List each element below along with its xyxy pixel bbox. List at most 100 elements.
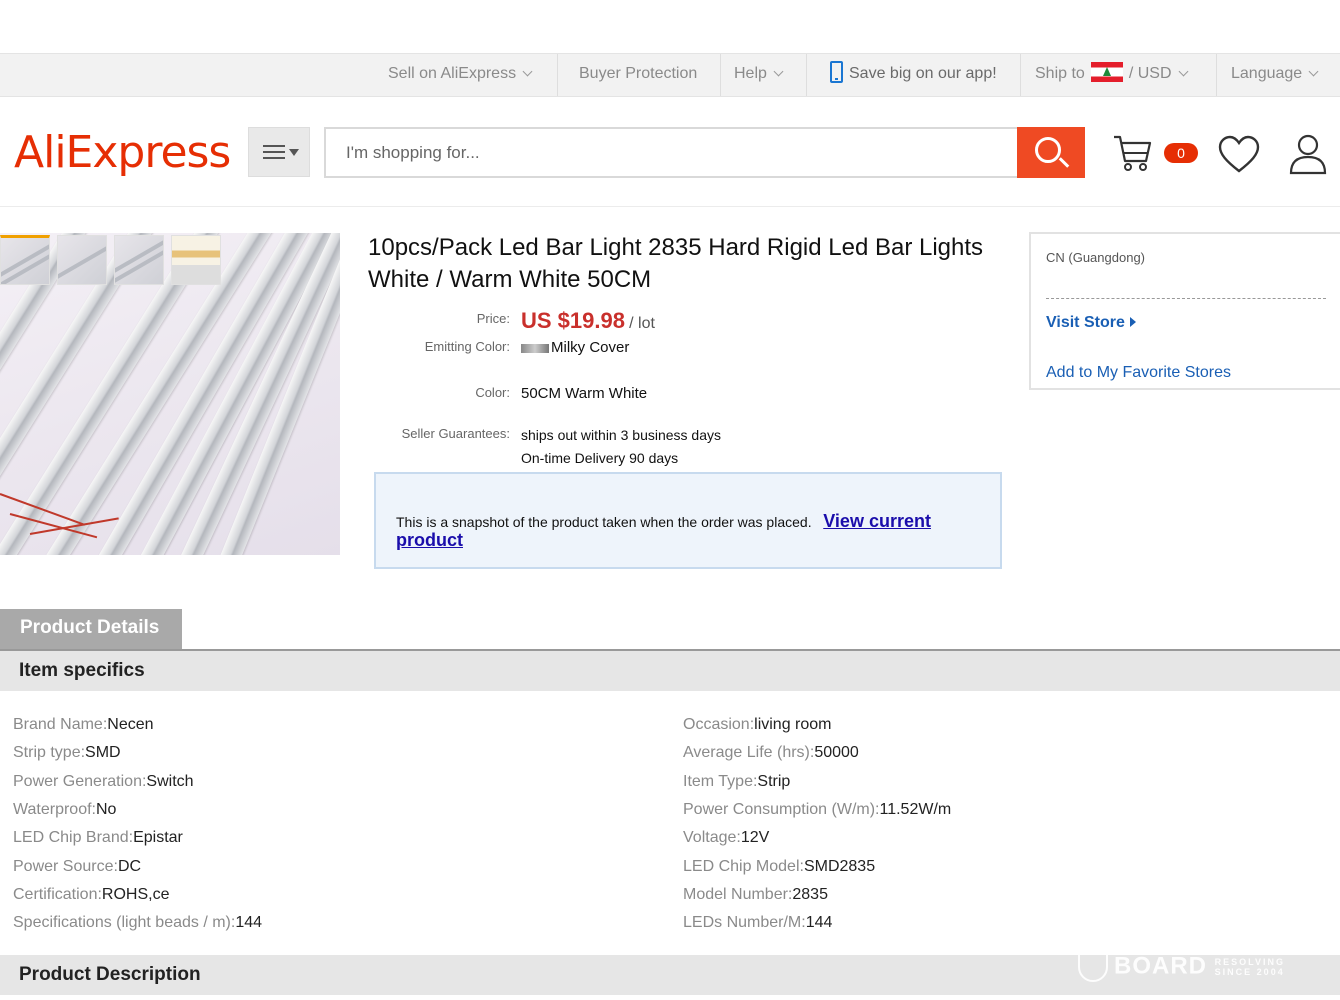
- divider: [557, 54, 558, 96]
- spec-key: LED Chip Brand:: [13, 829, 134, 847]
- buyer-protection-link[interactable]: Buyer Protection: [579, 54, 697, 96]
- visit-store-label: Visit Store: [1046, 314, 1125, 331]
- search-input[interactable]: [324, 127, 1018, 178]
- language-menu[interactable]: Language: [1231, 54, 1319, 96]
- chevron-down-icon: [773, 66, 784, 77]
- snapshot-notice: This is a snapshot of the product taken …: [374, 472, 1002, 569]
- spec-value: SMD: [85, 744, 121, 762]
- spec-row: Power Generation:Switch: [13, 773, 194, 791]
- phone-icon: [830, 60, 843, 83]
- spec-key: Occasion:: [683, 716, 755, 733]
- spec-value: DC: [117, 857, 142, 875]
- spec-row: LED Chip Brand:Epistar: [13, 829, 183, 847]
- spec-value: SMD2835: [803, 857, 876, 875]
- item-specifics-heading: Item specifics: [0, 651, 1340, 691]
- spec-value: Necen: [107, 716, 154, 733]
- spec-key: LEDs Number/M:: [683, 914, 806, 932]
- language-label: Language: [1231, 65, 1303, 82]
- spec-value: Epistar: [133, 829, 183, 847]
- thumbnail-2[interactable]: [57, 235, 107, 285]
- spec-key: Model Number:: [683, 885, 793, 903]
- sell-label: Sell on AliExpress: [388, 65, 517, 82]
- watermark-tag-1: RESOLVING: [1214, 957, 1286, 967]
- spec-value: ROHS,ce: [101, 885, 170, 903]
- spec-value: 12V: [740, 829, 770, 847]
- search-icon-handle: [1058, 157, 1070, 168]
- currency-separator: /: [1128, 65, 1134, 82]
- cart-icon[interactable]: [1112, 133, 1154, 173]
- thumbnail-3[interactable]: [114, 235, 164, 285]
- store-info-box: CN (Guangdong) Visit Store Add to My Fav…: [1029, 232, 1340, 390]
- milky-cover-swatch-icon: [521, 343, 549, 353]
- spec-value: No: [96, 800, 117, 818]
- spec-value: 144: [235, 914, 263, 932]
- emitting-color-value: Milky Cover: [551, 339, 630, 356]
- search-button[interactable]: [1017, 127, 1085, 178]
- divider: [1046, 298, 1326, 299]
- spec-key: Certification:: [13, 885, 102, 903]
- watermark-brand: BOARD: [1114, 952, 1207, 980]
- help-label: Help: [734, 65, 767, 82]
- color-value[interactable]: 50CM Warm White: [521, 385, 647, 402]
- shield-logo-icon: [1078, 952, 1108, 982]
- watermark-tagline: RESOLVING SINCE 2004: [1215, 957, 1285, 977]
- thumbnail-1[interactable]: [0, 235, 50, 285]
- spec-row: Certification:ROHS,ce: [13, 886, 170, 904]
- spec-row: Voltage:12V: [683, 829, 769, 847]
- spec-key: Power Consumption (W/m):: [683, 800, 880, 818]
- search-icon: [1035, 137, 1061, 163]
- spec-key: Voltage:: [683, 829, 741, 847]
- spec-row: Brand Name:Necen: [13, 716, 154, 734]
- guarantee-delivery: On-time Delivery 90 days: [521, 450, 679, 466]
- price-unit: / lot: [629, 315, 655, 332]
- emitting-color-option[interactable]: Milky Cover: [521, 339, 629, 356]
- add-favorite-store-link[interactable]: Add to My Favorite Stores: [1046, 364, 1231, 382]
- seller-guarantees-label: Seller Guarantees:: [401, 426, 510, 441]
- board-watermark: BOARD RESOLVING SINCE 2004: [1078, 952, 1285, 982]
- thumbnail-strip: [0, 235, 240, 285]
- lebanon-flag-icon: [1090, 61, 1123, 82]
- sell-on-aliexpress-link[interactable]: Sell on AliExpress: [388, 54, 533, 96]
- site-header: AliExpress 0: [0, 97, 1340, 207]
- snapshot-text: This is a snapshot of the product taken …: [396, 514, 812, 530]
- thumbnail-4[interactable]: [171, 235, 221, 285]
- spec-row: Waterproof:No: [13, 801, 116, 819]
- spec-row: LED Chip Model:SMD2835: [683, 858, 875, 876]
- price-value: US $19.98: [521, 308, 625, 333]
- spec-key: Specifications (light beads / m):: [13, 914, 236, 932]
- spec-row: Specifications (light beads / m):144: [13, 914, 262, 932]
- emitting-color-label: Emitting Color:: [424, 339, 510, 354]
- divider: [720, 54, 721, 96]
- spec-row: Model Number:2835: [683, 886, 828, 904]
- guarantee-shipping: ships out within 3 business days: [521, 427, 721, 443]
- spec-row: Average Life (hrs):50000: [683, 744, 859, 762]
- chevron-down-icon: [522, 66, 533, 77]
- spec-key: Brand Name:: [13, 716, 108, 733]
- app-promo-label: Save big on our app!: [849, 65, 997, 82]
- product-title: 10pcs/Pack Led Bar Light 2835 Hard Rigid…: [368, 234, 984, 293]
- hamburger-icon: [263, 145, 285, 159]
- price-value-group: US $19.98 / lot: [521, 308, 655, 334]
- visit-store-link[interactable]: Visit Store: [1046, 314, 1136, 332]
- wishlist-heart-icon[interactable]: [1218, 135, 1260, 175]
- help-menu[interactable]: Help: [734, 54, 784, 96]
- caret-down-icon: [289, 149, 299, 156]
- ship-to-label: Ship to: [1035, 65, 1085, 82]
- spec-value: 50000: [814, 744, 859, 762]
- spec-value: living room: [754, 716, 832, 733]
- color-label: Color:: [475, 385, 510, 400]
- spec-key: LED Chip Model:: [683, 857, 804, 875]
- spec-row: Power Consumption (W/m):11.52W/m: [683, 801, 951, 819]
- ship-to-currency-menu[interactable]: Ship to / USD: [1035, 54, 1188, 96]
- spec-row: Power Source:DC: [13, 858, 141, 876]
- category-menu-button[interactable]: [248, 127, 310, 177]
- aliexpress-logo[interactable]: AliExpress: [14, 127, 231, 178]
- chevron-down-icon: [1178, 66, 1188, 77]
- spec-key: Average Life (hrs):: [683, 744, 815, 762]
- account-user-icon[interactable]: [1288, 133, 1328, 175]
- spec-row: Item Type:Strip: [683, 773, 790, 791]
- cart-count-badge: 0: [1164, 143, 1198, 163]
- tab-product-details[interactable]: Product Details: [0, 609, 182, 651]
- spec-value: 144: [805, 914, 833, 932]
- app-promo-link[interactable]: Save big on our app!: [830, 54, 997, 96]
